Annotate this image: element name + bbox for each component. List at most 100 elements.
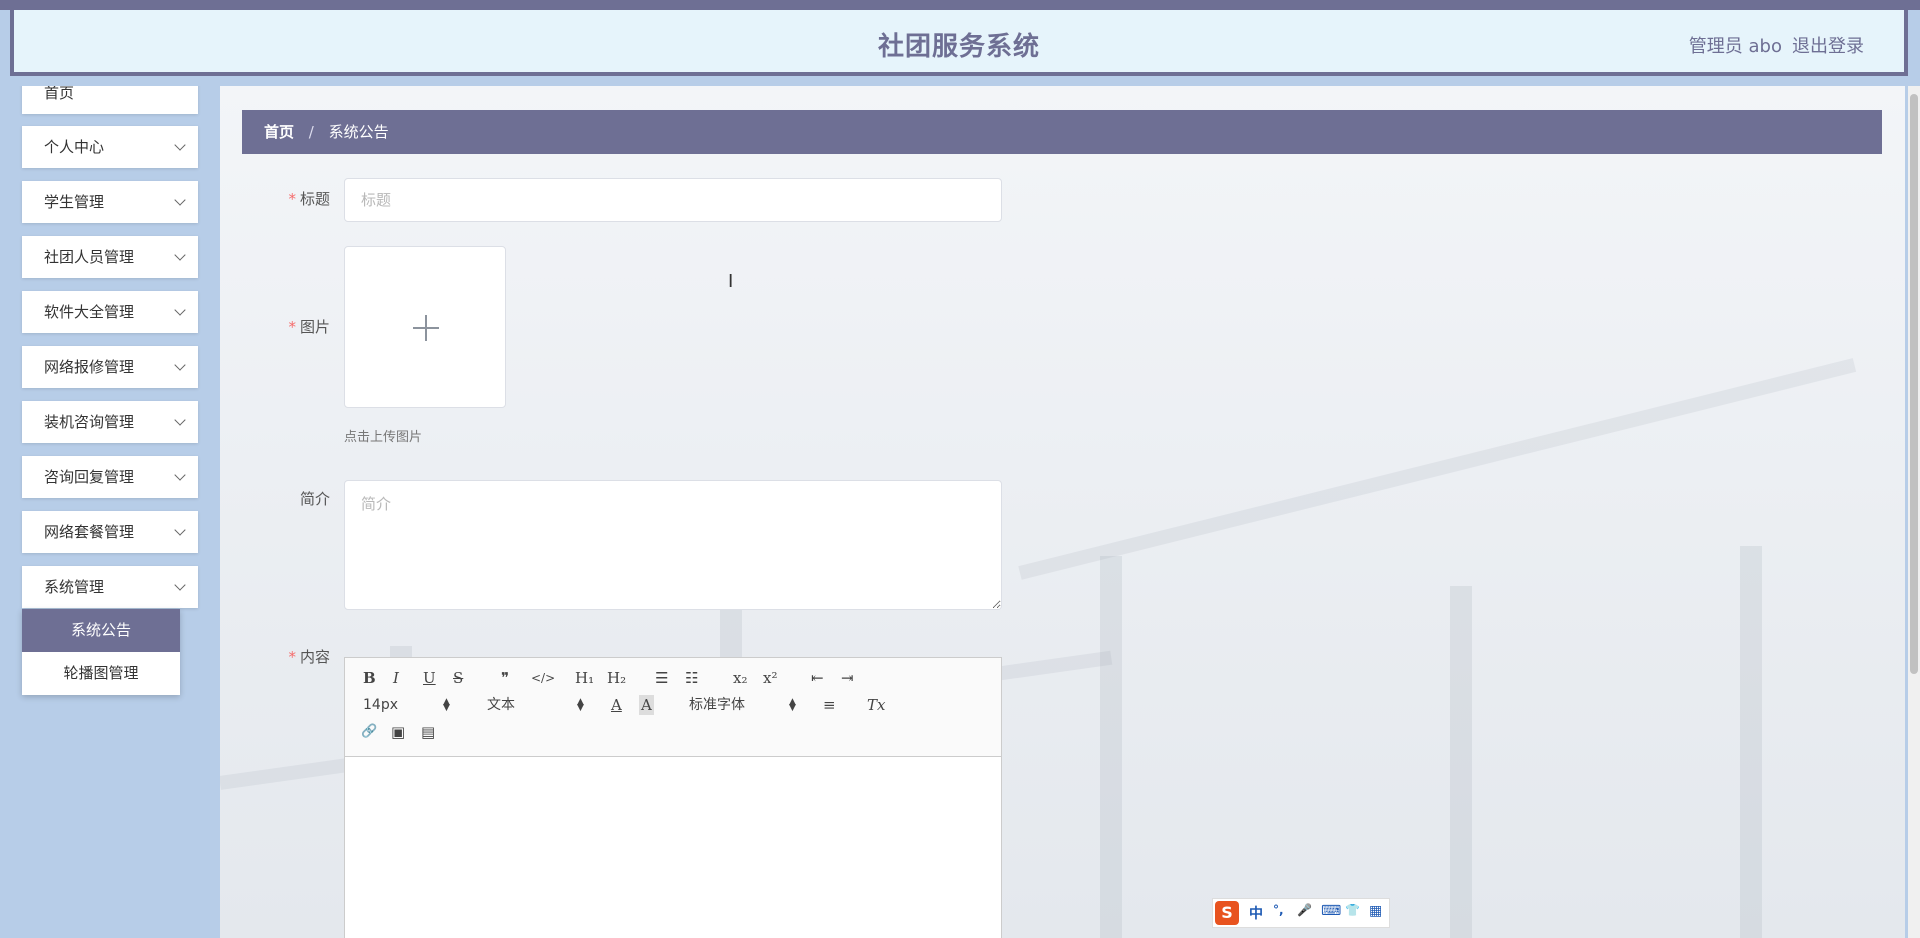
sogou-logo-icon[interactable]: S	[1215, 901, 1239, 925]
clean-format-button[interactable]: Tx	[867, 695, 885, 715]
system-submenu: 系统公告 轮播图管理	[22, 609, 180, 695]
video-button[interactable]: ▤	[421, 722, 435, 742]
code-block-button[interactable]: </>	[531, 668, 555, 688]
indent-button[interactable]: ⇥	[841, 668, 854, 688]
submenu-item-announcement[interactable]: 系统公告	[22, 609, 180, 652]
bullet-list-button[interactable]: ☷	[685, 668, 698, 688]
sidebar-item-label: 网络套餐管理	[44, 523, 135, 541]
scrollbar-thumb[interactable]	[1910, 94, 1918, 674]
select-arrows-icon: ▲ ▼	[789, 697, 796, 713]
sidebar-item-label: 装机咨询管理	[44, 413, 135, 431]
required-mark: *	[288, 318, 296, 336]
sidebar-item-install-consult[interactable]: 装机咨询管理	[22, 401, 198, 443]
sidebar-item-label: 软件大全管理	[44, 303, 135, 321]
ime-toolbar: S 中 °, 🎤 ⌨ 👕 ▦	[1212, 898, 1390, 928]
required-mark: *	[288, 648, 296, 666]
breadcrumb-current: 系统公告	[328, 123, 389, 141]
bold-button[interactable]: B	[363, 668, 376, 688]
content-label: * 内容	[250, 646, 330, 667]
image-label: * 图片	[250, 316, 330, 337]
paragraph-select[interactable]: 文本 ▲ ▼	[487, 695, 587, 715]
sidebar-item-network-package[interactable]: 网络套餐管理	[22, 511, 198, 553]
chevron-down-icon	[174, 139, 186, 151]
upload-tip: 点击上传图片	[344, 430, 423, 445]
chevron-down-icon	[174, 579, 186, 591]
chevron-down-icon	[174, 359, 186, 371]
link-button[interactable]: 🔗	[361, 722, 377, 742]
app-title: 社团服务系统	[877, 32, 1040, 62]
page-scrollbar[interactable]	[1908, 86, 1920, 938]
sidebar-item-system[interactable]: 系统管理	[22, 566, 198, 608]
text-color-button[interactable]: A	[611, 695, 622, 715]
sidebar: 首页 个人中心 学生管理 社团人员管理 软件大全管理 网络报修管理 装机咨询管理…	[0, 86, 220, 938]
rich-text-editor: B I U S ❞ </> H₁ H₂ ☰ ☷ x₂ x² ⇤ ⇥ 14px ▲…	[344, 657, 1002, 938]
align-button[interactable]: ≡	[823, 695, 836, 715]
ime-language-toggle[interactable]: 中	[1249, 903, 1263, 923]
chevron-down-icon	[174, 304, 186, 316]
sidebar-item-label: 社团人员管理	[44, 248, 135, 266]
ime-punctuation-toggle[interactable]: °,	[1273, 903, 1284, 917]
current-user: 管理员 abo	[1688, 36, 1782, 57]
title-input[interactable]	[344, 178, 1002, 222]
background-decoration	[1450, 586, 1472, 938]
italic-button[interactable]: I	[393, 668, 399, 688]
select-arrows-icon: ▲ ▼	[443, 697, 450, 713]
apps-icon[interactable]: ▦	[1369, 903, 1382, 919]
font-family-select[interactable]: 标准字体 ▲ ▼	[689, 695, 799, 715]
sidebar-item-consult-reply[interactable]: 咨询回复管理	[22, 456, 198, 498]
breadcrumb: 首页 / 系统公告	[242, 110, 1882, 154]
content-label-text: 内容	[299, 648, 330, 666]
chevron-down-icon	[174, 194, 186, 206]
breadcrumb-home[interactable]: 首页	[264, 123, 294, 141]
subscript-button[interactable]: x₂	[733, 668, 747, 688]
background-color-button[interactable]: A	[639, 695, 654, 715]
sidebar-item-home[interactable]: 首页	[22, 86, 198, 114]
font-size-value: 14px	[363, 697, 398, 713]
sidebar-item-students[interactable]: 学生管理	[22, 181, 198, 223]
skin-icon[interactable]: 👕	[1345, 903, 1360, 917]
submenu-item-carousel[interactable]: 轮播图管理	[22, 652, 180, 695]
underline-button[interactable]: U	[423, 668, 436, 688]
quote-button[interactable]: ❞	[501, 668, 509, 688]
header-2-button[interactable]: H₂	[607, 668, 626, 688]
intro-label: 简介	[250, 488, 330, 509]
image-button[interactable]: ▣	[391, 722, 405, 742]
outdent-button[interactable]: ⇤	[811, 668, 824, 688]
main-content: 首页 / 系统公告 *标题 I *图片 点击上传图片 简介 *内容 B I U …	[220, 86, 1905, 938]
intro-textarea[interactable]	[344, 480, 1002, 610]
header-1-button[interactable]: H₁	[575, 668, 594, 688]
select-arrows-icon: ▲ ▼	[577, 697, 584, 713]
font-size-select[interactable]: 14px ▲ ▼	[363, 695, 453, 715]
background-decoration	[1100, 556, 1122, 938]
image-upload-button[interactable]	[344, 246, 506, 408]
sidebar-item-personal-center[interactable]: 个人中心	[22, 126, 198, 168]
keyboard-icon[interactable]: ⌨	[1321, 903, 1341, 919]
sidebar-item-software[interactable]: 软件大全管理	[22, 291, 198, 333]
breadcrumb-separator: /	[308, 123, 314, 141]
sidebar-item-network-repair[interactable]: 网络报修管理	[22, 346, 198, 388]
logout-button[interactable]: 退出登录	[1792, 32, 1864, 58]
sidebar-item-label: 个人中心	[44, 138, 105, 156]
sidebar-item-label: 咨询回复管理	[44, 468, 135, 486]
required-mark: *	[288, 190, 296, 208]
editor-content-area[interactable]	[345, 757, 1001, 938]
strike-button[interactable]: S	[453, 668, 463, 688]
intro-label-text: 简介	[299, 490, 330, 508]
sidebar-item-label: 网络报修管理	[44, 358, 135, 376]
paragraph-value: 文本	[487, 697, 515, 713]
chevron-down-icon	[174, 469, 186, 481]
title-label-text: 标题	[299, 190, 330, 208]
image-label-text: 图片	[299, 318, 330, 336]
plus-icon	[425, 315, 427, 341]
microphone-icon[interactable]: 🎤	[1297, 903, 1312, 917]
sidebar-item-club-members[interactable]: 社团人员管理	[22, 236, 198, 278]
background-decoration	[1018, 358, 1857, 580]
title-label: * 标题	[250, 188, 330, 209]
sidebar-item-label: 系统管理	[44, 578, 105, 596]
sidebar-item-label: 首页	[44, 86, 75, 102]
superscript-button[interactable]: x²	[763, 668, 777, 688]
chevron-down-icon	[174, 249, 186, 261]
app-header: 社团服务系统 管理员 abo 退出登录	[10, 10, 1908, 76]
ordered-list-button[interactable]: ☰	[655, 668, 668, 688]
editor-toolbar: B I U S ❞ </> H₁ H₂ ☰ ☷ x₂ x² ⇤ ⇥ 14px ▲…	[345, 658, 1001, 757]
